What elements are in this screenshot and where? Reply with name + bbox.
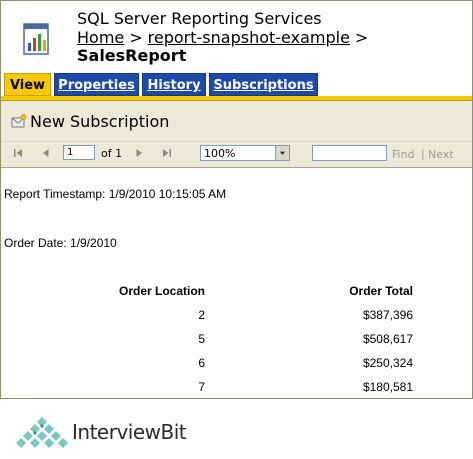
tab-properties[interactable]: Properties xyxy=(54,73,139,96)
zoom-select[interactable]: 100% xyxy=(200,145,290,161)
report-name: SalesReport xyxy=(77,46,187,65)
breadcrumb-folder-link[interactable]: report-snapshot-example xyxy=(148,28,350,47)
zoom-value: 100% xyxy=(204,147,236,160)
table-cell-total: $250,324 xyxy=(362,356,413,370)
interviewbit-logo-icon xyxy=(16,417,68,448)
page-number-input[interactable] xyxy=(63,145,95,160)
first-page-icon[interactable] xyxy=(11,146,25,160)
table-cell-total: $180,581 xyxy=(362,380,413,394)
interviewbit-wordmark: InterviewBit xyxy=(72,420,187,444)
next-page-icon[interactable] xyxy=(132,146,146,160)
breadcrumb-separator: > xyxy=(354,28,369,47)
column-header-order-location: Order Location xyxy=(118,284,205,298)
report-timestamp: Report Timestamp: 1/9/2010 10:15:05 AM xyxy=(4,187,227,201)
chevron-down-icon[interactable] xyxy=(275,146,289,160)
previous-page-icon[interactable] xyxy=(39,146,53,160)
table-cell-location: 2 xyxy=(198,308,205,322)
breadcrumb-home-link[interactable]: Home xyxy=(77,28,124,47)
table-cell-location: 7 xyxy=(198,380,205,394)
table-cell-total: $508,617 xyxy=(362,332,413,346)
header: SQL Server Reporting Services Home > repor… xyxy=(1,1,472,71)
table-cell-location: 5 xyxy=(198,332,205,346)
table-cell-total: $387,396 xyxy=(362,308,413,322)
new-subscription-icon xyxy=(11,114,27,128)
find-link[interactable]: Find xyxy=(392,148,415,161)
last-page-icon[interactable] xyxy=(160,146,174,160)
report-manager-window: SQL Server Reporting Services Home > repor… xyxy=(0,0,473,399)
find-text-input[interactable] xyxy=(312,145,387,161)
tab-view[interactable]: View xyxy=(4,73,51,96)
breadcrumb-separator: > xyxy=(129,28,143,47)
tab-subscriptions[interactable]: Subscriptions xyxy=(209,73,318,96)
new-subscription-label: New Subscription xyxy=(30,112,170,131)
report-icon xyxy=(23,23,49,55)
app-title: SQL Server Reporting Services xyxy=(77,9,322,28)
tab-strip: View Properties History Subscriptions xyxy=(1,73,472,97)
breadcrumb: Home > report-snapshot-example > xyxy=(77,28,373,47)
report-viewer: Report Timestamp: 1/9/2010 10:15:05 AM O… xyxy=(1,167,472,398)
find-separator: | xyxy=(421,147,425,160)
page-count-label: of 1 xyxy=(101,147,123,160)
tab-history[interactable]: History xyxy=(142,73,206,96)
order-date: Order Date: 1/9/2010 xyxy=(4,236,117,250)
table-cell-location: 6 xyxy=(198,356,205,370)
new-subscription-button[interactable]: New Subscription xyxy=(11,112,169,131)
find-next-link[interactable]: Next xyxy=(428,148,454,161)
column-header-order-total: Order Total xyxy=(349,284,413,298)
